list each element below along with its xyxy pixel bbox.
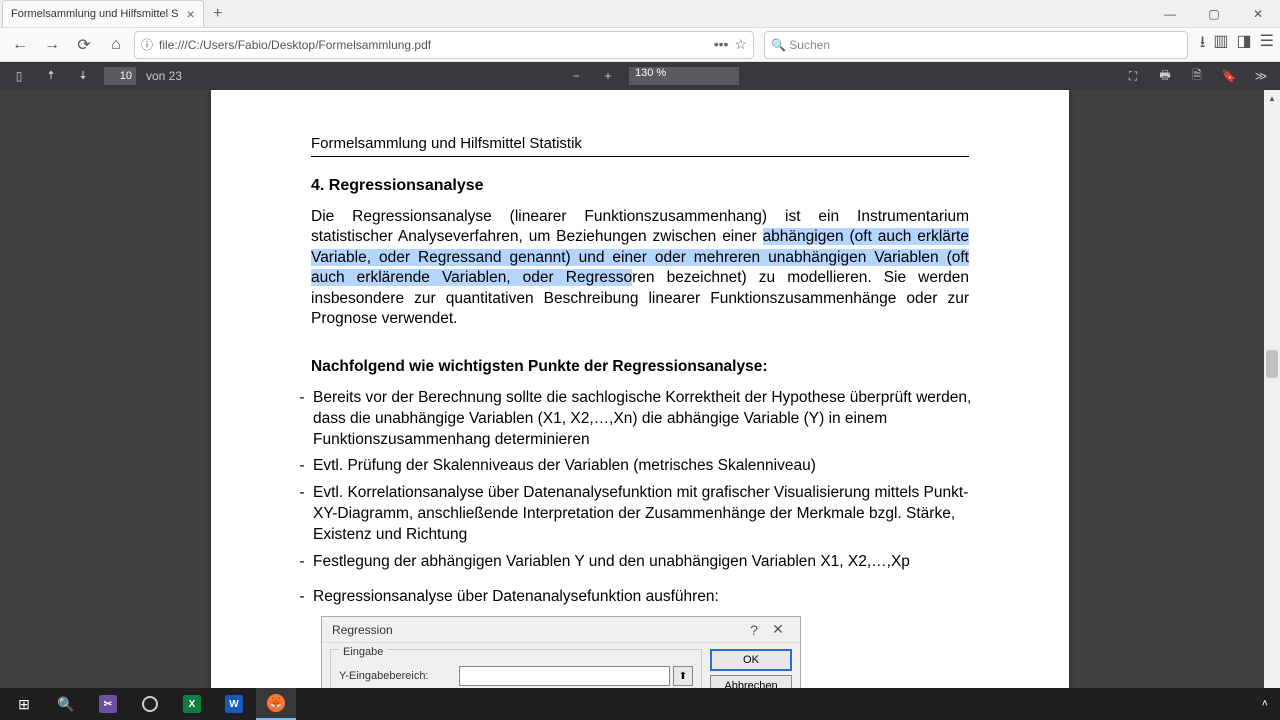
system-tray[interactable]: ˄ [1262, 698, 1276, 710]
pdf-page: Formelsammlung und Hilfsmittel Statistik… [211, 90, 1069, 720]
tools-button[interactable]: ≫ [1250, 65, 1272, 87]
zoom-out-button[interactable]: − [565, 65, 587, 87]
y-range-label: Y-Eingabebereich: [339, 670, 459, 682]
bookmark-pdf-button[interactable]: 🔖 [1218, 65, 1240, 87]
forward-button[interactable]: → [38, 31, 66, 59]
url-bar[interactable]: ⓘ file:///C:/Users/Fabio/Desktop/Formels… [134, 31, 754, 59]
y-range-input[interactable] [459, 666, 670, 686]
list-item: -Evtl. Korrelationsanalyse über Datenana… [291, 483, 989, 546]
browser-navbar: ← → ⟳ ⌂ ⓘ file:///C:/Users/Fabio/Desktop… [0, 28, 1280, 62]
minimize-button[interactable]: — [1148, 0, 1192, 28]
tray-chevron-icon[interactable]: ˄ [1262, 698, 1268, 710]
list-item: -Festlegung der abhängigen Variablen Y u… [291, 552, 989, 573]
scroll-up-icon[interactable]: ▲ [1264, 90, 1280, 106]
reload-button[interactable]: ⟳ [70, 31, 98, 59]
list-item: -Bereits vor der Berechnung sollte die s… [291, 388, 989, 451]
pdf-viewport[interactable]: Formelsammlung und Hilfsmittel Statistik… [0, 90, 1280, 720]
pdf-toolbar: ▯ 🠅 🠇 von 23 − + 130 % ⛶ 🖶 🗎 🔖 ≫ [0, 62, 1280, 90]
bookmark-icon[interactable]: ☆ [734, 36, 747, 53]
firefox-app[interactable]: 🦊 [256, 688, 296, 720]
window-controls: — ▢ ✕ [1148, 0, 1280, 28]
back-button[interactable]: ← [6, 31, 34, 59]
section-title: 4. Regressionsanalyse [311, 177, 969, 195]
word-app[interactable]: W [214, 688, 254, 720]
zoom-select[interactable]: 130 % [629, 67, 739, 85]
list-item: -Regressionsanalyse über Datenanalysefun… [291, 587, 989, 608]
browser-tab[interactable]: Formelsammlung und Hilfsmittel S × [2, 0, 204, 27]
document-header: Formelsammlung und Hilfsmittel Statistik [311, 135, 969, 157]
sidebar-icon[interactable]: ◨ [1237, 31, 1252, 58]
vertical-scrollbar[interactable]: ▲ ▼ [1264, 90, 1280, 720]
download-button[interactable]: 🗎 [1186, 65, 1208, 87]
menu-icon[interactable]: ☰ [1260, 31, 1274, 58]
print-button[interactable]: 🖶 [1154, 65, 1176, 87]
paragraph-intro: Die Regressionsanalyse (linearer Funktio… [311, 207, 969, 330]
search-icon: 🔍 [771, 38, 786, 52]
close-window-button[interactable]: ✕ [1236, 0, 1280, 28]
search-bar[interactable]: 🔍 Suchen [764, 31, 1188, 59]
obs-app[interactable] [130, 688, 170, 720]
close-tab-icon[interactable]: × [187, 6, 195, 22]
ok-button[interactable]: OK [710, 649, 792, 671]
toolbar-right: ⭳ ▥ ◨ ☰ [1200, 31, 1274, 58]
browser-titlebar: Formelsammlung und Hilfsmittel S × + — ▢… [0, 0, 1280, 28]
page-down-button[interactable]: 🠇 [72, 65, 94, 87]
dialog-help-icon[interactable]: ? [742, 622, 766, 638]
page-number-input[interactable] [104, 67, 136, 85]
snip-app[interactable]: ✂ [88, 688, 128, 720]
library-icon[interactable]: ▥ [1213, 31, 1228, 58]
toggle-sidebar-button[interactable]: ▯ [8, 65, 30, 87]
downloads-icon[interactable]: ⭳ [1200, 31, 1206, 58]
windows-taskbar: ⊞ 🔍 ✂ X W 🦊 ˄ [0, 688, 1280, 720]
sub-heading: Nachfolgend wie wichtigsten Punkte der R… [311, 358, 969, 376]
group-label: Eingabe [339, 646, 387, 658]
search-placeholder: Suchen [789, 38, 830, 52]
info-icon[interactable]: ⓘ [141, 36, 153, 53]
new-tab-button[interactable]: + [204, 0, 232, 27]
excel-app[interactable]: X [172, 688, 212, 720]
dialog-titlebar: Regression ? ✕ [322, 617, 800, 643]
maximize-button[interactable]: ▢ [1192, 0, 1236, 28]
url-text: file:///C:/Users/Fabio/Desktop/Formelsam… [159, 38, 708, 52]
zoom-in-button[interactable]: + [597, 65, 619, 87]
tab-title: Formelsammlung und Hilfsmittel S [11, 8, 179, 20]
fullscreen-button[interactable]: ⛶ [1122, 65, 1144, 87]
more-icon[interactable]: ••• [714, 36, 729, 53]
bullet-list: -Bereits vor der Berechnung sollte die s… [291, 388, 989, 608]
y-range-picker-button[interactable]: ⬆ [673, 666, 693, 686]
page-count-label: von 23 [146, 69, 182, 83]
list-item: -Evtl. Prüfung der Skalenniveaus der Var… [291, 456, 989, 477]
dialog-close-icon[interactable]: ✕ [766, 621, 790, 638]
dialog-title: Regression [332, 623, 742, 637]
page-up-button[interactable]: 🠅 [40, 65, 62, 87]
search-button[interactable]: 🔍 [46, 688, 86, 720]
home-button[interactable]: ⌂ [102, 31, 130, 59]
start-button[interactable]: ⊞ [4, 688, 44, 720]
scroll-thumb[interactable] [1266, 350, 1278, 378]
